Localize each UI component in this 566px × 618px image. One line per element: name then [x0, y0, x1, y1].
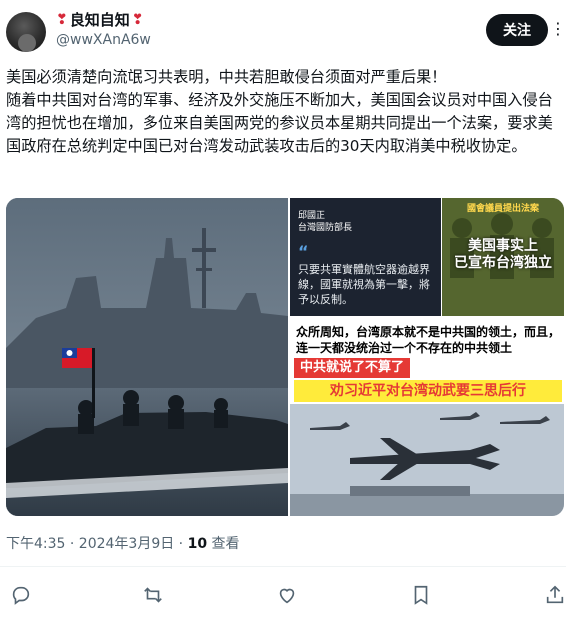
like-icon[interactable] [276, 584, 298, 606]
media-photo-quote[interactable]: 邱國正 台灣國防部長 “ 只要共軍實體航空器逾越界線，國軍就視為第一擊，將予以反… [290, 198, 441, 316]
tweet-meta: 下午4:35 · 2024年3月9日 · 10 查看 [6, 534, 240, 554]
soldiers-headline: 美国事实上 已宣布台湾独立 [454, 238, 552, 271]
bookmark-icon[interactable] [410, 584, 432, 606]
divider [0, 566, 566, 567]
share-icon[interactable] [544, 584, 566, 606]
user-handle[interactable]: @wwXAnA6w [56, 30, 151, 50]
author-block: ❣ 良知自知 ❣ @wwXAnA6w [56, 10, 151, 50]
patrol-boat-illustration [6, 198, 288, 516]
tweet-text: 美国必须清楚向流氓习共表明，中共若胆敢侵台须面对严重后果！ 随着中共国对台湾的军… [6, 68, 553, 155]
timestamp[interactable]: 下午4:35 · 2024年3月9日 · [6, 536, 188, 552]
views-count: 10 [187, 536, 208, 552]
yellow-headline: 劝习近平对台湾动武要三思后行 [294, 380, 562, 402]
heart-emoji-icon: ❣ [56, 12, 68, 28]
display-name-row[interactable]: ❣ 良知自知 ❣ [56, 10, 151, 30]
quote-speaker: 邱國正 台灣國防部長 [298, 211, 353, 233]
quote-mark-icon: “ [298, 242, 309, 261]
red-headline: 中共就说了不算了 [294, 358, 411, 378]
media-photo-soldiers[interactable]: 國會議員提出法案 美国事实上 已宣布台湾独立 [442, 198, 564, 316]
follow-button[interactable]: 关注 [486, 14, 548, 46]
heart-emoji-icon: ❣ [131, 12, 144, 28]
media-photo-patrol-boat[interactable] [6, 198, 288, 516]
media-photo-bombers[interactable]: 众所周知，台湾原本就不是中共国的领土，而且，连一天都没统治过一个不存在的中共领土… [290, 318, 564, 516]
display-name[interactable]: 良知自知 [70, 10, 130, 30]
action-bar [0, 580, 566, 610]
retweet-icon[interactable] [142, 584, 164, 606]
reply-icon[interactable] [10, 584, 32, 606]
views-label: 查看 [207, 536, 240, 552]
more-icon[interactable]: ⋮ [550, 18, 566, 40]
commentary-caption: 众所周知，台湾原本就不是中共国的领土，而且，连一天都没统治过一个不存在的中共领土 [296, 325, 561, 355]
tweet-header: ❣ 良知自知 ❣ @wwXAnA6w 关注 ⋮ [6, 8, 566, 56]
soldiers-subtitle: 國會議員提出法案 [466, 204, 539, 214]
media-grid[interactable]: 邱國正 台灣國防部長 “ 只要共軍實體航空器逾越界線，國軍就視為第一擊，將予以反… [6, 198, 564, 516]
quote-text: 只要共軍實體航空器逾越界線，國軍就視為第一擊，將予以反制。 [298, 263, 430, 306]
avatar[interactable] [6, 12, 46, 52]
